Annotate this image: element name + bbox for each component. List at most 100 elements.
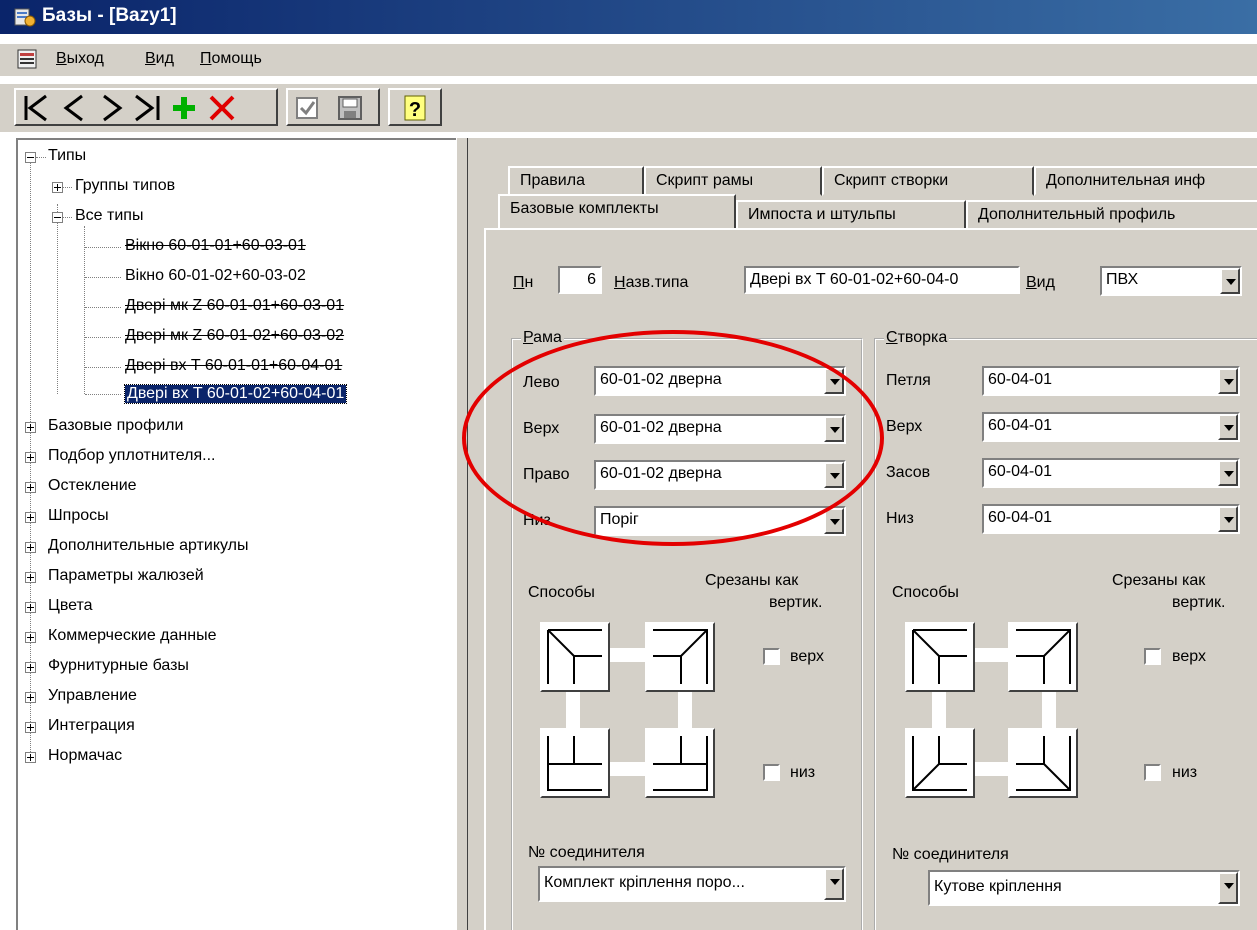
sash-connector-label: № соединителя	[892, 846, 1009, 863]
last-record-icon[interactable]	[130, 92, 166, 124]
pn-input[interactable]: 6	[558, 266, 602, 294]
chevron-down-icon[interactable]	[824, 868, 844, 900]
chevron-down-icon[interactable]	[1218, 506, 1238, 532]
frame-bottom-checkbox[interactable]	[763, 764, 780, 781]
app-icon	[14, 8, 36, 27]
chevron-down-icon[interactable]	[824, 416, 844, 442]
tab-base-kits[interactable]: Базовые комплекты	[498, 194, 736, 228]
tab-additional-info[interactable]: Дополнительная инф	[1034, 166, 1257, 196]
tab-sash-script[interactable]: Скрипт створки	[822, 166, 1034, 196]
sash-joint-bottom-left-icon[interactable]	[905, 728, 975, 798]
chevron-down-icon[interactable]	[824, 462, 844, 488]
tree-node-types[interactable]: Типы	[48, 147, 86, 165]
expand-icon[interactable]	[25, 572, 36, 583]
menu-view[interactable]: Вид	[145, 50, 174, 68]
tree-node-section[interactable]: Коммерческие данные	[48, 627, 216, 645]
expand-icon[interactable]	[25, 482, 36, 493]
expand-icon[interactable]	[25, 722, 36, 733]
chevron-down-icon[interactable]	[1218, 460, 1238, 486]
sash-bottom-checkbox[interactable]	[1144, 764, 1161, 781]
frame-left-label: Лево	[523, 374, 560, 391]
tree-node-section[interactable]: Нормачас	[48, 747, 122, 765]
frame-left-select[interactable]: 60-01-02 дверна	[594, 366, 846, 396]
menu-bar: Выход Вид Помощь	[0, 44, 1257, 76]
tree-view[interactable]: Типы Группы типов Все типы Вікно 60-01-0…	[16, 138, 456, 930]
joint-bottom-right-icon[interactable]	[645, 728, 715, 798]
expand-icon[interactable]	[52, 182, 63, 193]
sash-joint-bottom-right-icon[interactable]	[1008, 728, 1078, 798]
expand-icon[interactable]	[25, 692, 36, 703]
tree-node-type[interactable]: Двері мк Z 60-01-01+60-03-01	[125, 297, 344, 315]
menu-exit[interactable]: Выход	[56, 50, 104, 68]
sash-bottom-select[interactable]: 60-04-01	[982, 504, 1240, 534]
sash-connector-select[interactable]: Кутове кріплення	[928, 870, 1240, 906]
tree-node-section[interactable]: Параметры жалюзей	[48, 567, 204, 585]
frame-right-select[interactable]: 60-01-02 дверна	[594, 460, 846, 490]
chevron-down-icon[interactable]	[824, 368, 844, 394]
frame-top-checkbox[interactable]	[763, 648, 780, 665]
tree-node-section[interactable]: Интеграция	[48, 717, 135, 735]
sash-joint-top-left-icon[interactable]	[905, 622, 975, 692]
chevron-down-icon[interactable]	[824, 508, 844, 534]
view-select[interactable]: ПВХ	[1100, 266, 1242, 296]
chevron-down-icon[interactable]	[1218, 368, 1238, 394]
expand-icon[interactable]	[25, 632, 36, 643]
tree-node-type-groups[interactable]: Группы типов	[75, 177, 175, 195]
tree-node-section[interactable]: Подбор уплотнителя...	[48, 447, 215, 465]
tree-node-type[interactable]: Двері вх T 60-01-01+60-04-01	[125, 357, 342, 375]
splitter[interactable]	[456, 138, 468, 930]
tree-node-section[interactable]: Цвета	[48, 597, 93, 615]
collapse-icon[interactable]	[25, 152, 36, 163]
tree-node-section[interactable]: Фурнитурные базы	[48, 657, 189, 675]
tab-frame-script[interactable]: Скрипт рамы	[644, 166, 822, 196]
expand-icon[interactable]	[25, 422, 36, 433]
menu-help[interactable]: Помощь	[200, 50, 262, 68]
tree-node-section[interactable]: Остекление	[48, 477, 137, 495]
joint-top-right-icon[interactable]	[645, 622, 715, 692]
confirm-icon[interactable]	[290, 92, 326, 124]
tab-mullions[interactable]: Импоста и штульпы	[736, 200, 966, 230]
sash-cut-title: Срезаны как	[1112, 572, 1206, 589]
tree-node-all-types[interactable]: Все типы	[75, 207, 143, 225]
expand-icon[interactable]	[25, 602, 36, 613]
chevron-down-icon[interactable]	[1218, 872, 1238, 904]
frame-connector-select[interactable]: Комплект кріплення поро...	[538, 866, 846, 902]
chevron-down-icon[interactable]	[1218, 414, 1238, 440]
expand-icon[interactable]	[25, 452, 36, 463]
frame-top-select[interactable]: 60-01-02 дверна	[594, 414, 846, 444]
edit-toolbar	[286, 88, 380, 126]
sash-hinge-select[interactable]: 60-04-01	[982, 366, 1240, 396]
first-record-icon[interactable]	[18, 92, 54, 124]
add-record-icon[interactable]	[166, 92, 202, 124]
tab-rules[interactable]: Правила	[508, 166, 644, 196]
expand-icon[interactable]	[25, 512, 36, 523]
tree-node-type[interactable]: Вікно 60-01-01+60-03-01	[125, 237, 306, 255]
toolbar: ?	[0, 84, 1257, 132]
collapse-icon[interactable]	[52, 212, 63, 223]
chevron-down-icon[interactable]	[1220, 268, 1240, 294]
tree-node-type-selected[interactable]: Двері вх T 60-01-02+60-04-01	[123, 384, 348, 404]
tree-node-section[interactable]: Управление	[48, 687, 137, 705]
tree-node-section[interactable]: Шпросы	[48, 507, 109, 525]
tree-node-type[interactable]: Вікно 60-01-02+60-03-02	[125, 267, 306, 285]
tab-additional-profile[interactable]: Дополнительный профиль	[966, 200, 1257, 230]
sash-latch-select[interactable]: 60-04-01	[982, 458, 1240, 488]
help-icon[interactable]: ?	[397, 92, 433, 124]
expand-icon[interactable]	[25, 542, 36, 553]
joint-bottom-left-icon[interactable]	[540, 728, 610, 798]
type-name-input[interactable]: Двері вх T 60-01-02+60-04-0	[744, 266, 1020, 294]
expand-icon[interactable]	[25, 662, 36, 673]
previous-record-icon[interactable]	[56, 92, 92, 124]
tree-node-section[interactable]: Дополнительные артикулы	[48, 537, 248, 555]
delete-record-icon[interactable]	[204, 92, 240, 124]
frame-bottom-select[interactable]: Поріг	[594, 506, 846, 536]
tree-node-type[interactable]: Двері мк Z 60-01-02+60-03-02	[125, 327, 344, 345]
sash-top-checkbox[interactable]	[1144, 648, 1161, 665]
sash-joint-top-right-icon[interactable]	[1008, 622, 1078, 692]
sash-top-select[interactable]: 60-04-01	[982, 412, 1240, 442]
next-record-icon[interactable]	[94, 92, 130, 124]
tree-node-section[interactable]: Базовые профили	[48, 417, 183, 435]
save-icon[interactable]	[332, 92, 368, 124]
expand-icon[interactable]	[25, 752, 36, 763]
joint-top-left-icon[interactable]	[540, 622, 610, 692]
